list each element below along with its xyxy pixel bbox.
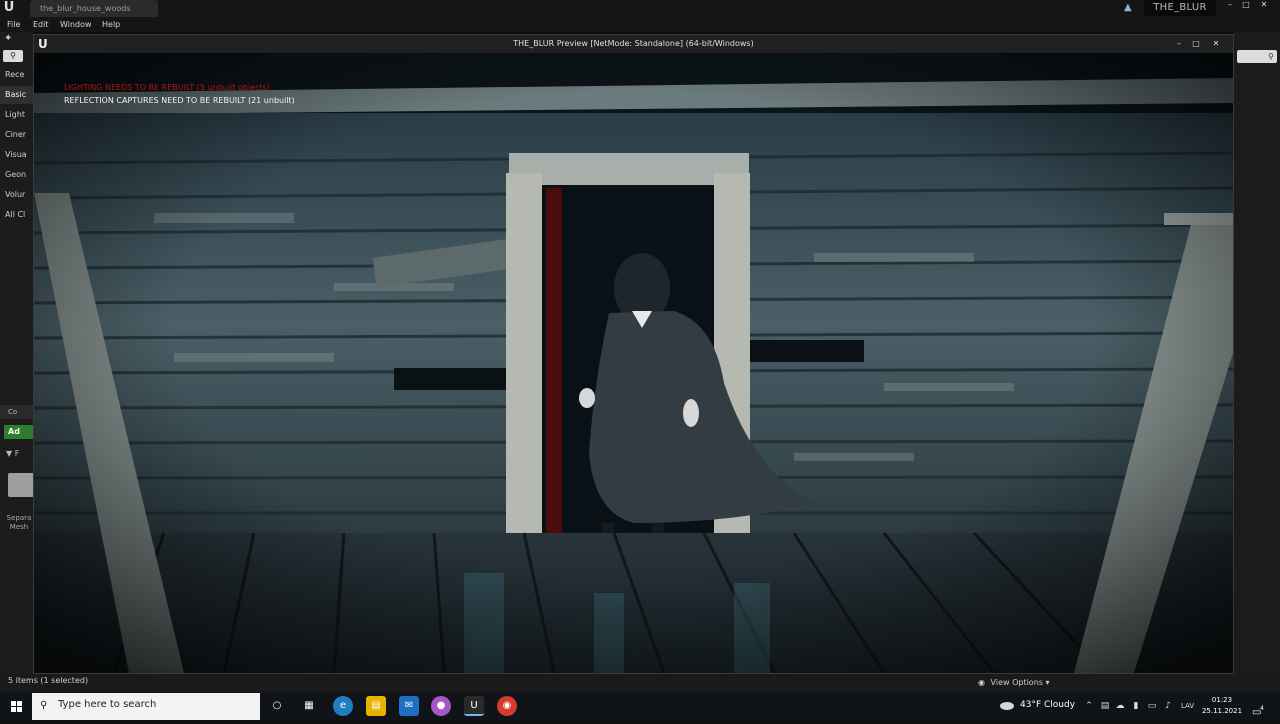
cloud-icon [1000, 702, 1014, 710]
category-basic[interactable]: Basic [0, 86, 33, 104]
asset-label: Separa Mesh [6, 514, 32, 531]
volume-icon[interactable]: ♪ [1162, 700, 1174, 712]
view-options-button[interactable]: ◉ View Options ▾ [978, 676, 1052, 689]
details-search-icon[interactable]: ⚲ [1237, 50, 1277, 63]
menu-file[interactable]: File [7, 18, 20, 31]
onedrive-icon[interactable]: ☁ [1114, 700, 1126, 712]
reflection-warning: REFLECTION CAPTURES NEED TO BE REBUILT (… [64, 96, 295, 105]
filter-icon: ▼ [6, 449, 15, 458]
folder-icon[interactable] [8, 473, 34, 497]
haunted-house-scene [34, 53, 1233, 673]
preview-maximize-icon[interactable]: □ [1189, 38, 1203, 49]
category-all-classes[interactable]: All Cl [0, 206, 33, 224]
source-control-icon[interactable]: ▲ [1124, 2, 1138, 14]
menu-window[interactable]: Window [60, 18, 92, 31]
menu-help[interactable]: Help [102, 18, 120, 31]
notification-count: 4 [1260, 705, 1264, 712]
minimize-icon[interactable]: – [1224, 0, 1236, 10]
filter-label: F [14, 449, 20, 458]
select-mode-icon[interactable]: ✦ [4, 33, 20, 47]
category-volumes[interactable]: Volur [0, 186, 33, 204]
windows-icon [11, 701, 22, 712]
close-icon[interactable]: ✕ [1258, 0, 1270, 10]
mail-icon[interactable]: ✉ [399, 696, 419, 716]
menu-edit[interactable]: Edit [33, 18, 49, 31]
app-icon[interactable]: ● [431, 696, 451, 716]
maximize-icon[interactable]: □ [1240, 0, 1252, 10]
details-panel [1234, 32, 1280, 674]
start-button[interactable] [0, 692, 32, 720]
search-placeholder: Type here to search [58, 699, 157, 710]
category-recent[interactable]: Rece [0, 66, 33, 84]
search-icon: ⚲ [40, 700, 48, 711]
category-geometry[interactable]: Geon [0, 166, 33, 184]
display-icon[interactable]: ▭ [1146, 700, 1158, 712]
eye-icon: ◉ [978, 678, 985, 687]
level-tab[interactable]: the_blur_house_woods [30, 0, 158, 17]
network-icon[interactable]: ▤ [1099, 700, 1111, 712]
preview-window[interactable]: U THE_BLUR Preview [NetMode: Standalone]… [33, 34, 1234, 674]
unreal-logo-icon: U [3, 0, 15, 15]
unreal-taskbar-icon[interactable]: U [464, 696, 484, 716]
battery-icon[interactable]: ▮ [1130, 700, 1142, 712]
language-indicator[interactable]: LAV [1181, 702, 1194, 710]
clock-time[interactable]: 01:23 [1204, 696, 1240, 704]
editor-top-bar [0, 0, 1280, 32]
add-new-button[interactable]: Ad [4, 425, 34, 439]
content-browser-tab[interactable]: Co [0, 405, 33, 419]
view-options-label: View Options [990, 678, 1043, 687]
game-viewport[interactable]: LIGHTING NEEDS TO BE REBUILT (5 unbuilt … [34, 53, 1233, 673]
items-count: 5 items (1 selected) [8, 676, 89, 685]
category-lights[interactable]: Light [0, 106, 33, 124]
file-explorer-icon[interactable]: ▤ [366, 696, 386, 716]
clock-date[interactable]: 25.11.2021 [1200, 707, 1244, 715]
cortana-icon[interactable]: ○ [267, 696, 287, 716]
filters-button[interactable]: ▼ F [6, 449, 32, 461]
search-icon[interactable]: ⚲ [3, 50, 23, 62]
chevron-up-icon[interactable]: ⌃ [1083, 700, 1095, 712]
preview-minimize-icon[interactable]: – [1172, 38, 1186, 49]
notification-button[interactable]: ▭ 4 [1252, 700, 1266, 718]
task-view-icon[interactable]: ▦ [299, 696, 319, 716]
edge-icon[interactable]: e [333, 696, 353, 716]
preview-close-icon[interactable]: ✕ [1209, 38, 1223, 49]
category-visual[interactable]: Visua [0, 146, 33, 164]
weather-widget[interactable]: 43°F Cloudy [1020, 700, 1075, 710]
category-cinematic[interactable]: Ciner [0, 126, 33, 144]
preview-title: THE_BLUR Preview [NetMode: Standalone] (… [513, 39, 754, 48]
content-status-bar [0, 674, 1280, 692]
project-name: THE_BLUR [1144, 0, 1216, 16]
chrome-icon[interactable]: ◉ [497, 696, 517, 716]
chevron-down-icon: ▾ [1045, 678, 1050, 687]
lighting-warning: LIGHTING NEEDS TO BE REBUILT (5 unbuilt … [64, 83, 270, 92]
